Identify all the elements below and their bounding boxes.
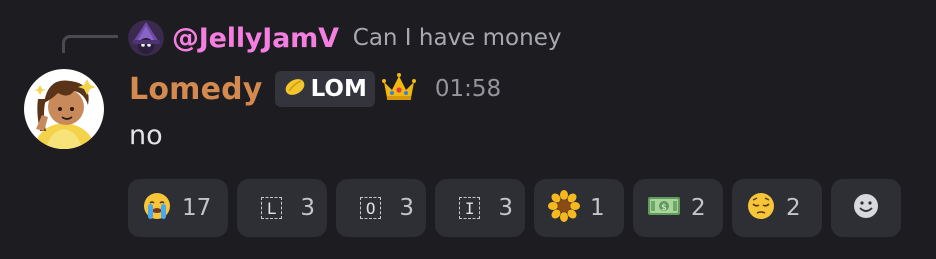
reaction-count: 2 bbox=[691, 195, 706, 221]
reactions-bar: 17 L 3 O 3 I 3 1 $ 2 2 bbox=[128, 179, 901, 237]
reaction-count: 3 bbox=[399, 195, 414, 221]
guild-tag[interactable]: LOM bbox=[274, 71, 375, 107]
letter-o-icon: O bbox=[360, 197, 382, 219]
reaction-money[interactable]: $ 2 bbox=[633, 179, 723, 237]
letter-l-icon: L bbox=[261, 197, 283, 219]
reply-avatar[interactable] bbox=[128, 20, 164, 56]
reaction-count: 3 bbox=[498, 195, 513, 221]
reaction-count: 2 bbox=[786, 195, 801, 221]
message-content: no bbox=[129, 120, 163, 151]
add-reaction-button[interactable] bbox=[831, 179, 901, 237]
lemon-icon bbox=[283, 77, 307, 101]
reaction-crying[interactable]: 17 bbox=[128, 179, 228, 237]
reaction-count: 17 bbox=[182, 195, 212, 221]
pensive-face-icon bbox=[746, 191, 776, 225]
username[interactable]: Lomedy bbox=[129, 72, 263, 107]
reaction-count: 3 bbox=[300, 195, 315, 221]
sunflower-icon bbox=[548, 190, 580, 226]
reaction-letter-l[interactable]: L 3 bbox=[237, 179, 327, 237]
reply-connector bbox=[62, 35, 118, 53]
dollar-banknote-icon: $ bbox=[647, 192, 681, 224]
svg-text:$: $ bbox=[661, 203, 667, 213]
reaction-letter-i[interactable]: I 3 bbox=[435, 179, 525, 237]
reply-username[interactable]: @JellyJamV bbox=[172, 23, 339, 54]
reply-preview[interactable]: @JellyJamV Can I have money bbox=[128, 18, 561, 58]
avatar[interactable] bbox=[24, 69, 104, 149]
reply-text[interactable]: Can I have money bbox=[353, 25, 562, 51]
message-header: Lomedy LOM 01:58 bbox=[129, 66, 501, 112]
loudly-crying-face-icon bbox=[142, 191, 172, 225]
reaction-letter-o[interactable]: O 3 bbox=[336, 179, 426, 237]
timestamp[interactable]: 01:58 bbox=[435, 76, 501, 102]
smiley-icon bbox=[851, 191, 881, 225]
letter-i-icon: I bbox=[459, 197, 481, 219]
crown-icon[interactable] bbox=[381, 72, 417, 106]
guild-tag-label: LOM bbox=[310, 76, 367, 102]
chat-message: @JellyJamV Can I have money Lomedy LOM 0… bbox=[0, 0, 936, 259]
reaction-count: 1 bbox=[590, 195, 605, 221]
reaction-pensive[interactable]: 2 bbox=[732, 179, 822, 237]
reaction-sunflower[interactable]: 1 bbox=[534, 179, 624, 237]
